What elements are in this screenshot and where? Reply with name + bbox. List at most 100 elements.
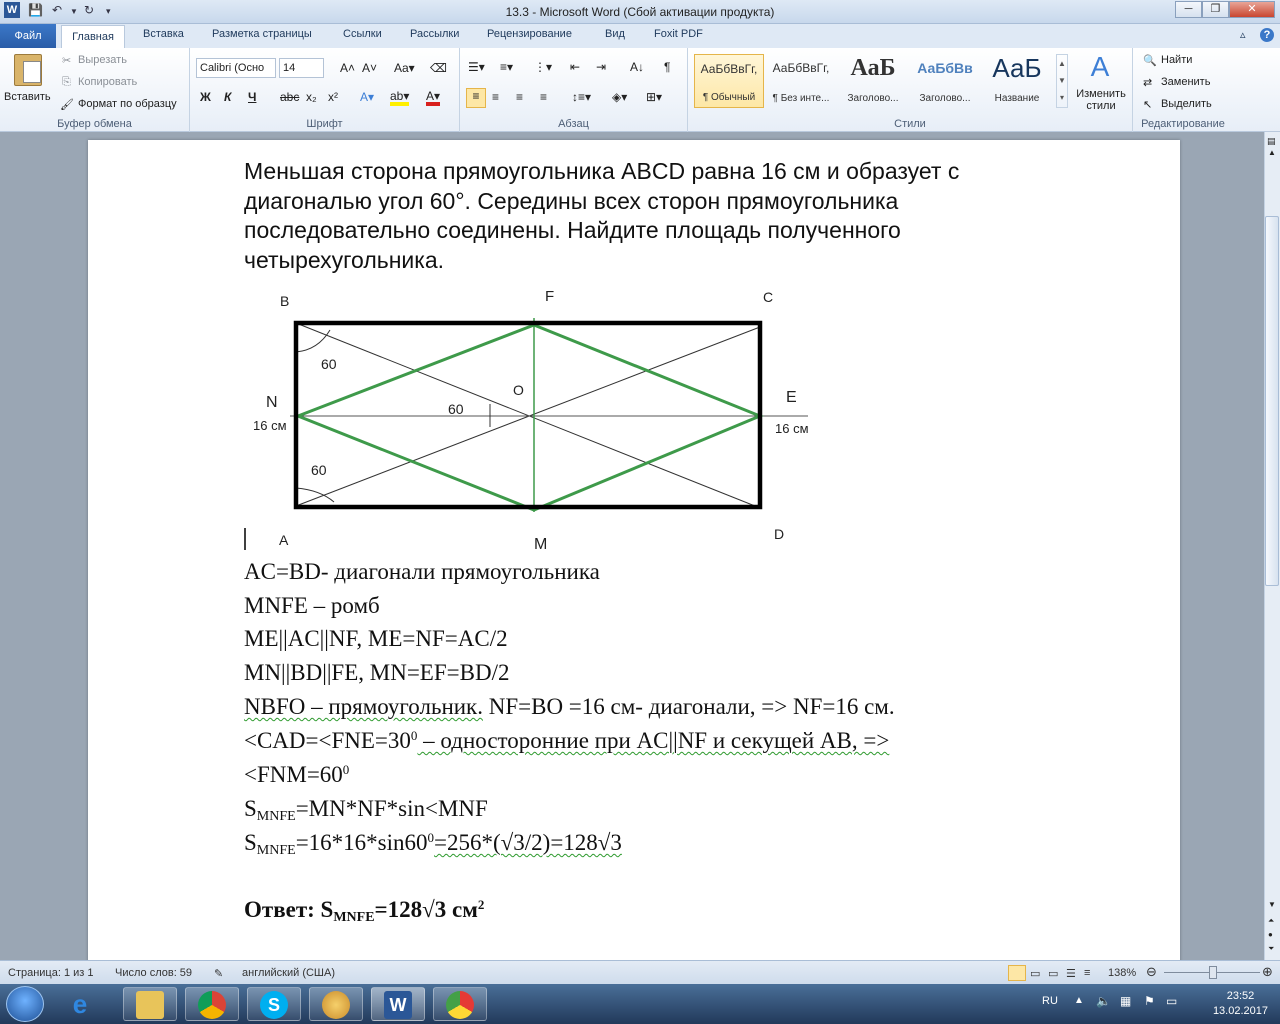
- solution-line-3[interactable]: ME||AC||NF, ME=NF=AC/2: [244, 626, 508, 652]
- vertical-scroll-thumb[interactable]: [1265, 216, 1279, 586]
- taskbar-word[interactable]: W: [371, 987, 425, 1021]
- shrink-font-icon[interactable]: A˅: [362, 61, 377, 75]
- line-spacing-icon[interactable]: ↕≡▾: [572, 90, 591, 104]
- page-count[interactable]: Страница: 1 из 1: [8, 967, 94, 979]
- solution-line-9[interactable]: SMNFE=16*16*sin600=256*(√3/2)=128√3: [244, 830, 622, 859]
- answer-line[interactable]: Ответ: SMNFE=128√3 см2: [244, 897, 484, 926]
- zoom-out-icon[interactable]: ⊖: [1146, 964, 1157, 980]
- task-text[interactable]: Меньшая сторона прямоугольника ABCD равн…: [244, 157, 1084, 275]
- zoom-in-icon[interactable]: ⊕: [1262, 964, 1273, 980]
- action-center-icon[interactable]: ⚑: [1144, 994, 1155, 1008]
- tab-file[interactable]: Файл: [0, 24, 56, 48]
- tab-foxit-pdf[interactable]: Foxit PDF: [654, 28, 703, 40]
- tab-review[interactable]: Рецензирование: [487, 28, 572, 40]
- font-color-icon[interactable]: A▾: [426, 90, 441, 106]
- taskbar-explorer[interactable]: [123, 987, 177, 1021]
- power-icon[interactable]: ▭: [1166, 994, 1177, 1008]
- web-layout-icon[interactable]: ▭: [1048, 967, 1058, 980]
- borders-icon[interactable]: ⊞▾: [646, 90, 662, 104]
- strikethrough-icon[interactable]: abc: [280, 90, 299, 104]
- zoom-level[interactable]: 138%: [1108, 967, 1136, 979]
- input-language[interactable]: RU: [1042, 995, 1058, 1007]
- solution-line-2[interactable]: MNFE – ромб: [244, 593, 380, 619]
- change-styles-button[interactable]: A Изменить стили: [1072, 52, 1128, 113]
- taskbar-skype[interactable]: S: [247, 987, 301, 1021]
- subscript-icon[interactable]: x₂: [306, 90, 317, 104]
- volume-icon[interactable]: 🔈: [1096, 994, 1111, 1008]
- style-heading-1[interactable]: АаБ Заголово...: [838, 54, 908, 108]
- tab-insert[interactable]: Вставка: [143, 28, 184, 40]
- show-paragraph-marks-icon[interactable]: ¶: [664, 60, 670, 74]
- tab-references[interactable]: Ссылки: [343, 28, 382, 40]
- underline-icon[interactable]: Ч: [248, 90, 256, 104]
- tab-home[interactable]: Главная: [61, 25, 125, 48]
- next-page-icon[interactable]: ⏷: [1268, 944, 1274, 954]
- solution-line-4[interactable]: MN||BD||FE, MN=EF=BD/2: [244, 660, 509, 686]
- solution-line-8[interactable]: SMNFE=MN*NF*sin<MNF: [244, 796, 488, 825]
- taskbar-paint[interactable]: [309, 987, 363, 1021]
- justify-icon[interactable]: ≡: [540, 90, 547, 104]
- styles-scroll[interactable]: ▲ ▼ ▾: [1056, 54, 1068, 108]
- style-title[interactable]: АаБ Название: [982, 54, 1052, 108]
- close-button[interactable]: ✕: [1229, 1, 1275, 18]
- select-button[interactable]: Выделить: [1161, 98, 1212, 110]
- style-no-spacing[interactable]: АаБбВвГг, ¶ Без инте...: [766, 54, 836, 108]
- increase-indent-icon[interactable]: ⇥: [596, 60, 606, 74]
- grow-font-icon[interactable]: A˄: [340, 61, 355, 75]
- solution-line-7[interactable]: <FNM=600: [244, 762, 349, 788]
- find-button[interactable]: Найти: [1161, 54, 1192, 66]
- tray-expand-icon[interactable]: ▲: [1074, 995, 1084, 1006]
- scroll-up-arrow-icon[interactable]: ▲: [1268, 148, 1276, 157]
- solution-line-1[interactable]: AC=BD- диагонали прямоугольника: [244, 559, 600, 585]
- text-effects-icon[interactable]: A▾: [360, 90, 374, 104]
- minimize-button[interactable]: ─: [1175, 1, 1202, 18]
- bold-icon[interactable]: Ж: [200, 90, 211, 104]
- replace-button[interactable]: Заменить: [1161, 76, 1210, 88]
- internet-explorer-icon[interactable]: e: [60, 989, 100, 1019]
- solution-line-6[interactable]: <CAD=<FNE=300 – односторонние при AC||NF…: [244, 728, 889, 754]
- change-case-icon[interactable]: Aa▾: [394, 61, 415, 75]
- taskbar-chrome[interactable]: [185, 987, 239, 1021]
- help-icon[interactable]: ?: [1260, 28, 1274, 42]
- draft-icon[interactable]: ≡: [1084, 967, 1090, 979]
- cut-button[interactable]: Вырезать: [78, 54, 127, 66]
- tab-view[interactable]: Вид: [605, 28, 625, 40]
- clock[interactable]: 23:52 13.02.2017: [1213, 989, 1268, 1019]
- highlight-icon[interactable]: ab▾: [390, 90, 410, 106]
- copy-button[interactable]: Копировать: [78, 76, 137, 88]
- paste-button[interactable]: Вставить: [4, 52, 51, 108]
- format-painter-button[interactable]: Формат по образцу: [78, 98, 177, 110]
- sort-icon[interactable]: A↓: [630, 60, 644, 74]
- shading-icon[interactable]: ◈▾: [612, 90, 627, 104]
- numbering-icon[interactable]: ≡▾: [500, 60, 513, 74]
- decrease-indent-icon[interactable]: ⇤: [570, 60, 580, 74]
- taskbar-app[interactable]: [433, 987, 487, 1021]
- font-size-combo[interactable]: 14: [279, 58, 324, 78]
- font-name-combo[interactable]: Calibri (Осно: [196, 58, 276, 78]
- outline-icon[interactable]: ☰: [1066, 967, 1076, 980]
- ruler-toggle-icon[interactable]: ▤: [1267, 136, 1276, 147]
- align-center-icon[interactable]: ≡: [492, 90, 499, 104]
- full-screen-icon[interactable]: ▭: [1030, 967, 1040, 980]
- tab-page-layout[interactable]: Разметка страницы: [212, 28, 312, 40]
- multilevel-list-icon[interactable]: ⋮▾: [534, 60, 552, 74]
- style-normal[interactable]: АаБбВвГг, ¶ Обычный: [694, 54, 764, 108]
- solution-line-5[interactable]: NBFO – прямоугольник. NF=BO =16 см- диаг…: [244, 694, 895, 720]
- tab-mailings[interactable]: Рассылки: [410, 28, 459, 40]
- previous-page-icon[interactable]: ⏶: [1268, 916, 1274, 926]
- scroll-down-arrow-icon[interactable]: ▼: [1268, 900, 1276, 909]
- clear-formatting-icon[interactable]: ⌫: [430, 61, 447, 75]
- align-left-icon[interactable]: ≡: [466, 88, 486, 108]
- minimize-ribbon-icon[interactable]: ▵: [1240, 28, 1246, 41]
- browse-object-icon[interactable]: ●: [1268, 930, 1273, 939]
- italic-icon[interactable]: К: [224, 90, 231, 104]
- language[interactable]: английский (США): [242, 967, 335, 979]
- print-layout-icon[interactable]: [1008, 965, 1026, 981]
- zoom-slider-thumb[interactable]: [1209, 966, 1217, 979]
- restore-button[interactable]: ❐: [1202, 1, 1229, 18]
- bullets-icon[interactable]: ☰▾: [468, 60, 485, 74]
- network-icon[interactable]: ▦: [1120, 994, 1131, 1008]
- proofing-icon[interactable]: ✎: [214, 967, 223, 980]
- word-count[interactable]: Число слов: 59: [115, 967, 192, 979]
- start-button[interactable]: [6, 986, 44, 1022]
